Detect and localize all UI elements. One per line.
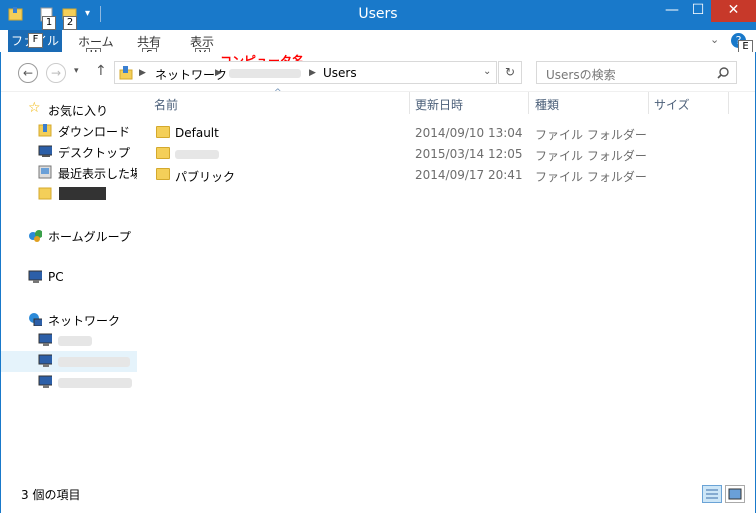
breadcrumb-users[interactable]: Users — [323, 66, 357, 80]
address-dropdown-icon[interactable]: ⌄ — [483, 66, 491, 77]
folder-icon — [156, 126, 170, 138]
pc-icon — [28, 270, 42, 283]
computer-icon — [38, 375, 52, 388]
large-icons-view-button[interactable] — [725, 485, 745, 503]
column-header-type[interactable]: 種類 — [535, 96, 559, 113]
nav-item-recent[interactable]: 最近表示した場 — [0, 162, 142, 183]
nav-item-favorites[interactable]: ☆ お気に入り — [0, 99, 137, 120]
nav-item-desktop[interactable]: デスクトップ — [0, 141, 137, 162]
recent-places-icon — [38, 165, 52, 179]
minimize-button[interactable]: — — [659, 0, 685, 22]
downloads-icon — [38, 124, 52, 137]
up-arrow-icon[interactable]: ↑ — [95, 63, 107, 79]
file-list-pane: ^ 名前 更新日時 種類 サイズ Default 2014/09/10 13:0… — [137, 88, 756, 482]
nav-item-computer-2[interactable] — [0, 351, 137, 372]
status-bar: 3 個の項目 — [0, 482, 756, 513]
file-row[interactable]: パブリック 2014/09/17 20:41 ファイル フォルダー — [137, 164, 756, 185]
nav-item-computer-1[interactable] — [0, 330, 137, 351]
recent-locations-icon[interactable]: ▾ — [74, 66, 79, 76]
column-separator[interactable] — [648, 92, 649, 114]
nav-label: お気に入り — [48, 104, 109, 118]
file-row[interactable]: 2015/03/14 12:05 ファイル フォルダー — [137, 143, 756, 164]
column-separator[interactable] — [528, 92, 529, 114]
details-view-button[interactable] — [702, 485, 722, 503]
nav-label: ホームグループ — [48, 230, 131, 244]
breadcrumb-computer-redacted[interactable] — [229, 69, 301, 78]
file-row[interactable]: Default 2014/09/10 13:04 ファイル フォルダー — [137, 122, 756, 143]
nav-item-pc[interactable]: PC — [0, 267, 137, 288]
item-count: 3 個の項目 — [21, 488, 81, 502]
forward-button[interactable]: → — [46, 63, 66, 83]
address-input[interactable]: ▶ ネットワーク ▶ ▶ Users ⌄ — [114, 61, 497, 84]
computer-icon — [38, 354, 52, 367]
network-location-icon — [119, 66, 133, 80]
column-header-name[interactable]: 名前 — [154, 96, 178, 113]
main-content: ☆ お気に入り ダウンロード デスクトップ 最近表示した場 ホームグループ PC… — [0, 88, 756, 482]
redacted-computer-name — [58, 357, 130, 367]
navigation-pane: ☆ お気に入り ダウンロード デスクトップ 最近表示した場 ホームグループ PC… — [0, 92, 142, 482]
file-name: Default — [175, 126, 219, 140]
window-title: Users — [358, 6, 398, 22]
folder-icon — [38, 187, 52, 200]
maximize-button[interactable]: ☐ — [685, 0, 711, 22]
column-header-size[interactable]: サイズ — [654, 96, 690, 113]
keytip-file: F — [28, 33, 43, 48]
column-separator[interactable] — [728, 92, 729, 114]
back-button[interactable]: ← — [18, 63, 38, 83]
sort-ascending-icon: ^ — [274, 88, 282, 98]
column-header-date[interactable]: 更新日時 — [415, 96, 463, 113]
desktop-icon — [38, 145, 52, 157]
title-bar: 1 2 ▾ Users — ☐ ✕ — [0, 0, 756, 30]
file-date: 2015/03/14 12:05 — [415, 147, 523, 161]
close-button[interactable]: ✕ — [711, 0, 756, 22]
search-icon[interactable] — [717, 67, 729, 79]
large-icons-view-icon — [728, 488, 742, 500]
nav-label: PC — [48, 270, 64, 284]
file-name-redacted — [175, 150, 219, 159]
nav-item-homegroup[interactable]: ホームグループ — [0, 225, 137, 246]
folder-icon — [156, 168, 170, 180]
breadcrumb-chevron-icon[interactable]: ▶ — [215, 68, 222, 78]
homegroup-icon — [29, 230, 42, 242]
breadcrumb-chevron-icon[interactable]: ▶ — [139, 68, 146, 78]
folder-icon — [156, 147, 170, 159]
network-icon — [29, 313, 42, 326]
file-name: パブリック — [175, 170, 236, 184]
search-placeholder: Usersの検索 — [546, 68, 616, 82]
details-view-icon — [706, 489, 718, 499]
column-separator[interactable] — [409, 92, 410, 114]
computer-icon — [38, 333, 52, 346]
file-type: ファイル フォルダー — [535, 149, 647, 163]
file-date: 2014/09/10 13:04 — [415, 126, 523, 140]
nav-label: ネットワーク — [48, 314, 121, 328]
nav-label: デスクトップ — [58, 146, 131, 160]
explorer-window: 1 2 ▾ Users — ☐ ✕ ファイル F ホーム H 共有 S 表示 V… — [0, 0, 756, 513]
nav-label: 最近表示した場 — [58, 167, 143, 181]
breadcrumb-chevron-icon[interactable]: ▶ — [309, 68, 316, 78]
window-border-left — [0, 52, 1, 513]
nav-item-computer-3[interactable] — [0, 372, 137, 393]
nav-item-downloads[interactable]: ダウンロード — [0, 120, 137, 141]
refresh-button[interactable]: ↻ — [498, 61, 522, 84]
star-icon: ☆ — [28, 100, 41, 116]
redacted-block — [59, 187, 106, 200]
nav-item-redacted[interactable] — [0, 183, 137, 204]
nav-item-network[interactable]: ネットワーク — [0, 309, 137, 330]
redacted-computer-name — [58, 336, 92, 346]
file-date: 2014/09/17 20:41 — [415, 168, 523, 182]
file-type: ファイル フォルダー — [535, 170, 647, 184]
address-bar-area: ← → ▾ ↑ コンピュータ名 ▶ ネットワーク ▶ ▶ Users ⌄ ↻ U… — [0, 52, 756, 92]
file-type: ファイル フォルダー — [535, 128, 647, 142]
search-input[interactable]: Usersの検索 — [536, 61, 737, 84]
nav-label: ダウンロード — [58, 125, 131, 139]
redacted-computer-name — [58, 378, 132, 388]
ribbon-tabs: ファイル F ホーム H 共有 S 表示 V ⌄ ? E — [0, 30, 756, 63]
ribbon-expand-icon[interactable]: ⌄ — [710, 33, 719, 46]
